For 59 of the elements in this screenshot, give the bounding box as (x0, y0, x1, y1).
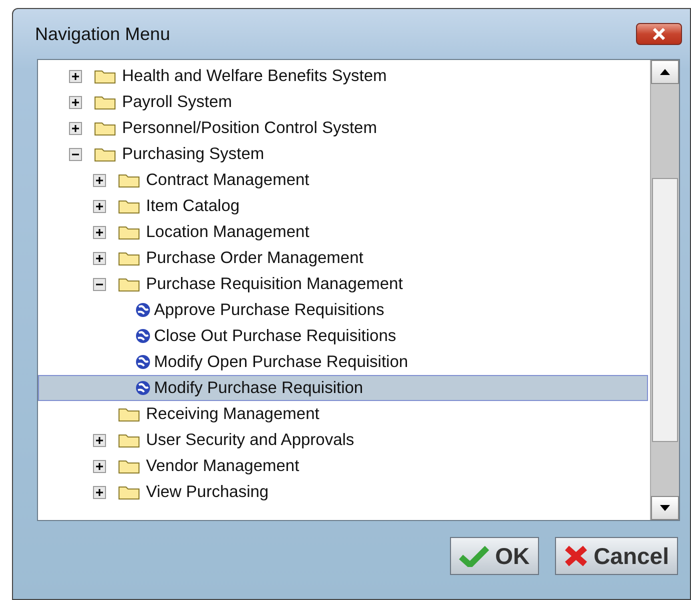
expand-toggle-icon[interactable] (93, 226, 106, 238)
tree-folder-row[interactable]: Purchase Order Management (38, 245, 648, 271)
tree-folder-row[interactable]: Health and Welfare Benefits System (38, 63, 648, 89)
tree-folder-row[interactable]: Personnel/Position Control System (38, 115, 648, 141)
tree-folder-row[interactable]: Purchase Requisition Management (38, 271, 648, 297)
folder-icon (118, 458, 140, 474)
tree-folder-row[interactable]: Purchasing System (38, 141, 648, 167)
collapse-toggle-icon[interactable] (93, 278, 106, 290)
expand-toggle-icon[interactable] (69, 70, 82, 82)
expand-toggle-icon[interactable] (69, 96, 82, 108)
folder-icon (118, 172, 140, 188)
scrollbar-thumb[interactable] (652, 178, 678, 442)
up-arrow-icon (660, 69, 670, 75)
expand-toggle-icon[interactable] (69, 122, 82, 134)
close-icon (651, 28, 667, 40)
folder-icon (94, 68, 116, 84)
folder-icon (118, 250, 140, 266)
folder-icon (118, 432, 140, 448)
scroll-down-button[interactable] (651, 496, 679, 520)
tree-folder-row[interactable]: Item Catalog (38, 193, 648, 219)
folder-icon (94, 94, 116, 110)
tree-task-row[interactable]: Modify Open Purchase Requisition (38, 349, 648, 375)
expand-toggle-icon[interactable] (93, 174, 106, 186)
tree-task-row[interactable]: Modify Purchase Requisition (38, 375, 648, 401)
expand-toggle-icon[interactable] (93, 434, 106, 446)
tree-folder-row[interactable]: User Security and Approvals (38, 427, 648, 453)
globe-icon (135, 302, 151, 318)
tree-folder-row[interactable]: Vendor Management (38, 453, 648, 479)
folder-icon (118, 224, 140, 240)
globe-icon (135, 380, 151, 396)
expand-toggle-icon[interactable] (93, 200, 106, 212)
tree-folder-row[interactable]: Receiving Management (38, 401, 648, 427)
folder-icon (94, 120, 116, 136)
folder-icon (94, 146, 116, 162)
folder-icon (118, 484, 140, 500)
globe-icon (135, 354, 151, 370)
checkmark-icon (459, 545, 490, 567)
cross-icon (564, 545, 588, 567)
folder-icon (118, 406, 140, 422)
folder-icon (118, 198, 140, 214)
tree-folder-row[interactable]: Location Management (38, 219, 648, 245)
scroll-up-button[interactable] (651, 60, 679, 84)
scrollbar[interactable] (650, 60, 679, 520)
ok-button[interactable]: OK (450, 537, 539, 575)
tree-folder-row[interactable]: Contract Management (38, 167, 648, 193)
close-button[interactable] (636, 23, 682, 45)
down-arrow-icon (660, 505, 670, 511)
tree-task-row[interactable]: Close Out Purchase Requisitions (38, 323, 648, 349)
expand-toggle-icon[interactable] (93, 486, 106, 498)
folder-icon (118, 276, 140, 292)
globe-icon (135, 328, 151, 344)
collapse-toggle-icon[interactable] (69, 148, 82, 160)
tree-task-row[interactable]: Approve Purchase Requisitions (38, 297, 648, 323)
window-title: Navigation Menu (35, 24, 170, 44)
tree-folder-row[interactable]: View Purchasing (38, 479, 648, 505)
expand-toggle-icon[interactable] (93, 252, 106, 264)
cancel-button[interactable]: Cancel (554, 537, 678, 575)
tree-folder-row[interactable]: Payroll System (38, 89, 648, 115)
expand-toggle-icon[interactable] (93, 460, 106, 472)
